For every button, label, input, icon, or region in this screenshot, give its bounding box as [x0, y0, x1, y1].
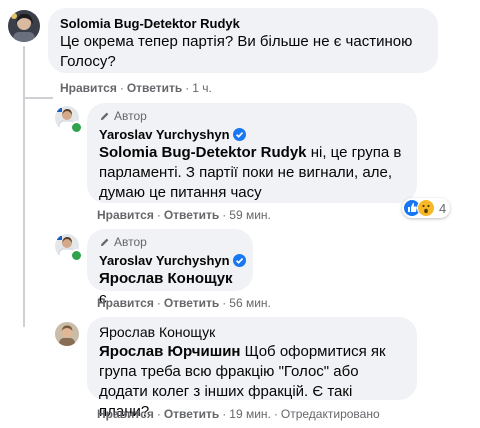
reply-button[interactable]: Ответить — [164, 407, 219, 421]
mention-link[interactable]: Ярослав Юрчишин — [99, 343, 240, 360]
comment-bubble: Ярослав Конощук Ярослав Юрчишин Щоб офор… — [87, 317, 417, 420]
comment-actions: Нравится · Ответить · 59 мин. — [97, 208, 271, 222]
mention-link[interactable]: Ярослав Конощук — [99, 270, 233, 287]
thread-line — [23, 97, 53, 99]
wow-reaction-icon — [417, 199, 435, 217]
reaction-count: 4 — [439, 200, 447, 216]
timestamp[interactable]: 59 мин. — [229, 208, 271, 222]
pencil-icon — [100, 112, 109, 120]
thread-line — [23, 97, 25, 327]
timestamp[interactable]: 1 ч. — [192, 81, 212, 95]
comment-bubble: Solomia Bug-Detektor Rudyk Це окрема теп… — [48, 8, 438, 73]
reply-button[interactable]: Ответить — [164, 296, 219, 310]
online-status-icon — [70, 249, 83, 262]
reply-button[interactable]: Ответить — [127, 81, 182, 95]
comment-author-row: Yaroslav Yurchyshyn — [99, 253, 246, 269]
comment-text: Це окрема тепер партія? Ви більше не є ч… — [60, 33, 413, 70]
timestamp[interactable]: 56 мин. — [229, 296, 271, 310]
author-badge: Автор — [99, 109, 405, 123]
like-button[interactable]: Нравится — [60, 81, 117, 95]
comment-author[interactable]: Yaroslav Yurchyshyn — [99, 253, 230, 268]
avatar[interactable] — [55, 322, 79, 346]
comment-author[interactable]: Ярослав Конощук — [99, 324, 405, 340]
author-badge-label: Автор — [114, 109, 147, 123]
comment-bubble: Автор Yaroslav Yurchyshyn Solomia Bug-De… — [87, 103, 417, 203]
comment-actions: Нравится · Ответить · 19 мин. · Отредактирован… — [97, 407, 380, 421]
like-button[interactable]: Нравится — [97, 407, 154, 421]
like-button[interactable]: Нравится — [97, 208, 154, 222]
verified-icon — [232, 128, 246, 141]
timestamp[interactable]: 19 мин. — [229, 407, 271, 421]
edited-label: Отредактировано — [280, 407, 380, 421]
comment-author[interactable]: Yaroslav Yurchyshyn — [99, 127, 230, 142]
like-button[interactable]: Нравится — [97, 296, 154, 310]
comment-bubble: Автор Yaroslav Yurchyshyn Ярослав Конощу… — [87, 229, 253, 307]
verified-icon — [232, 254, 246, 267]
comment-actions: Нравится · Ответить · 56 мин. — [97, 296, 271, 310]
avatar[interactable] — [8, 10, 40, 42]
comment-author[interactable]: Solomia Bug-Detektor Rudyk — [60, 16, 426, 32]
comment-text: Solomia Bug-Detektor Rudyk ні, це група … — [99, 143, 405, 203]
comment-author-row: Yaroslav Yurchyshyn — [99, 127, 405, 143]
author-badge-label: Автор — [114, 235, 147, 249]
pencil-icon — [100, 238, 109, 246]
online-status-icon — [70, 121, 83, 134]
mention-link[interactable]: Solomia Bug-Detektor Rudyk — [99, 144, 307, 161]
author-badge: Автор — [99, 235, 241, 249]
comment-actions: Нравится · Ответить · 1 ч. — [60, 81, 212, 95]
reactions-summary[interactable]: 4 — [402, 198, 451, 218]
thread-line — [23, 46, 25, 98]
reply-button[interactable]: Ответить — [164, 208, 219, 222]
